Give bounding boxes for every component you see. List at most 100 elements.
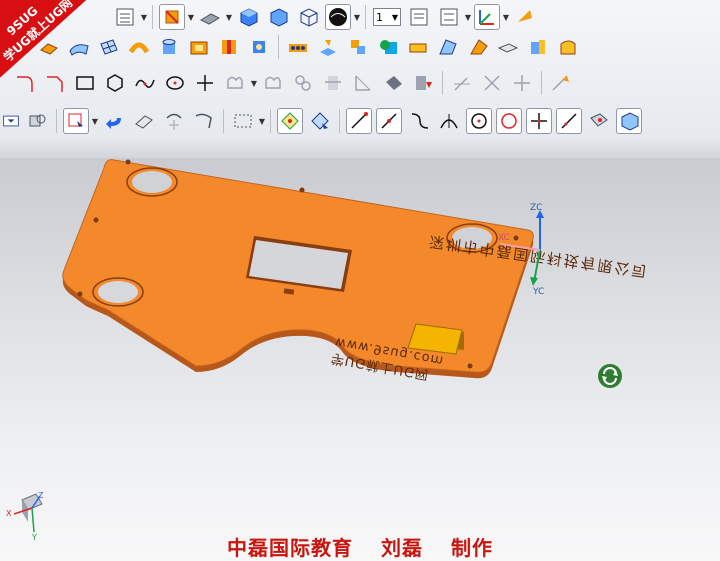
snap-object-icon[interactable] [307,108,333,134]
view-icon[interactable] [616,108,642,134]
shell-icon[interactable] [525,34,551,60]
transform-icon[interactable] [548,70,574,96]
chevron-down-icon[interactable]: ▼ [502,4,510,30]
caption-made: 制作 [450,536,493,560]
chevron-down-icon[interactable]: ▼ [187,4,195,30]
triad-z-label: Z [38,491,44,500]
layer-icon[interactable] [24,108,50,134]
line-mid-icon[interactable] [376,108,402,134]
arc-icon[interactable] [406,108,432,134]
perpendicular-icon[interactable] [556,108,582,134]
list-icon[interactable] [406,4,432,30]
move-icon[interactable] [345,34,371,60]
chevron-down-icon[interactable]: ▼ [353,4,361,30]
caption-author: 刘磊 [381,536,423,560]
bridge-icon[interactable] [290,70,316,96]
draft-icon[interactable] [435,34,461,60]
tangent-icon[interactable] [436,108,462,134]
rotate-icon[interactable] [161,108,187,134]
toolbar-separator [365,5,366,29]
sweep-icon[interactable] [126,34,152,60]
chevron-down-icon[interactable]: ▼ [140,4,148,30]
feature-icon[interactable] [216,34,242,60]
thicken-icon[interactable] [555,34,581,60]
line-end-icon[interactable] [346,108,372,134]
project-icon[interactable] [380,70,406,96]
offset-curve-icon[interactable] [260,70,286,96]
flange-icon[interactable] [495,34,521,60]
face-icon[interactable] [586,108,612,134]
chevron-down-icon[interactable]: ▼ [464,4,472,30]
toolbar-row-4: ▼ ▼ [0,104,720,138]
toolbar-separator [223,109,224,133]
toolbar-area: ▼ ▼ ▼ ▼ 1 ▼ ▼ ▼ ▼ ▼ ▼ [0,0,720,141]
toolbar-separator [56,109,57,133]
layer-value: 1 [376,10,383,24]
select-icon[interactable] [63,108,89,134]
datum-icon[interactable] [315,34,341,60]
toolbar-row-1: ▼ ▼ ▼ ▼ 1 ▼ ▼ ▼ [0,0,720,34]
wcs-xc-label: XC [498,233,510,243]
box-icon[interactable] [265,4,291,30]
wcs-yc-label: YC [532,287,544,297]
solid-block-icon[interactable] [235,4,261,30]
toolbar-separator [270,109,271,133]
polygon-icon[interactable] [102,70,128,96]
toolbar-separator [442,71,443,95]
undo-icon[interactable] [101,108,127,134]
chevron-down-icon: ▼ [391,12,398,22]
spline-icon[interactable] [132,70,158,96]
toolbar-row-2 [0,30,720,64]
profile-icon[interactable] [222,70,248,96]
extend-icon[interactable] [410,70,436,96]
cylinder-icon[interactable] [156,34,182,60]
viewport-header [0,140,720,158]
chevron-down-icon[interactable]: ▼ [258,108,266,134]
pocket-icon[interactable] [186,34,212,60]
video-caption: 中磊国际教育 刘磊 制作 [0,532,720,561]
line-icon[interactable] [449,70,475,96]
selection-box-icon[interactable] [230,108,256,134]
chevron-down-icon[interactable]: ▼ [250,70,258,96]
graphics-viewport[interactable]: 深圳市中磊国际科技有限公司 www.9sug.com 学UG就上UG网 ZC Y… [0,158,720,561]
offset-icon[interactable] [405,34,431,60]
divide-icon[interactable] [509,70,535,96]
fold-icon[interactable] [465,34,491,60]
measure-icon[interactable] [191,108,217,134]
join-icon[interactable] [479,70,505,96]
trim-icon[interactable] [320,70,346,96]
toolbar-separator [339,109,340,133]
rotate-cursor-icon [598,364,622,388]
snap-icon[interactable] [159,4,185,30]
toolbar-row-3: ▼ [0,66,720,100]
corner-icon[interactable] [350,70,376,96]
hole-pattern-icon[interactable] [285,34,311,60]
wcs-icon[interactable] [474,4,500,30]
render-sphere-icon[interactable] [325,4,351,30]
point-icon[interactable] [192,70,218,96]
rectangle-icon[interactable] [72,70,98,96]
filter-icon[interactable] [2,108,20,134]
logo-badge: 学UG就上UG网 9SUG [0,0,90,78]
circle-center-icon[interactable] [466,108,492,134]
sheet-metal-icon[interactable] [197,4,223,30]
mesh-icon[interactable] [96,34,122,60]
layer-select[interactable]: 1 ▼ [373,8,401,26]
snap-points-icon[interactable] [277,108,303,134]
list-icon[interactable] [112,4,138,30]
wcs-zc-label: ZC [530,203,542,213]
arrow-icon[interactable] [512,4,538,30]
cube-icon[interactable] [246,34,272,60]
boolean-icon[interactable] [375,34,401,60]
toolbar-separator [278,35,279,59]
chevron-down-icon[interactable]: ▼ [225,4,233,30]
chamfer-curve-icon[interactable] [42,70,68,96]
chevron-down-icon[interactable]: ▼ [91,108,99,134]
ellipse-icon[interactable] [162,70,188,96]
list-icon[interactable] [436,4,462,30]
quadrant-icon[interactable] [496,108,522,134]
intersection-icon[interactable] [526,108,552,134]
wire-box-icon[interactable] [295,4,321,30]
fillet-curve-icon[interactable] [12,70,38,96]
erase-icon[interactable] [131,108,157,134]
